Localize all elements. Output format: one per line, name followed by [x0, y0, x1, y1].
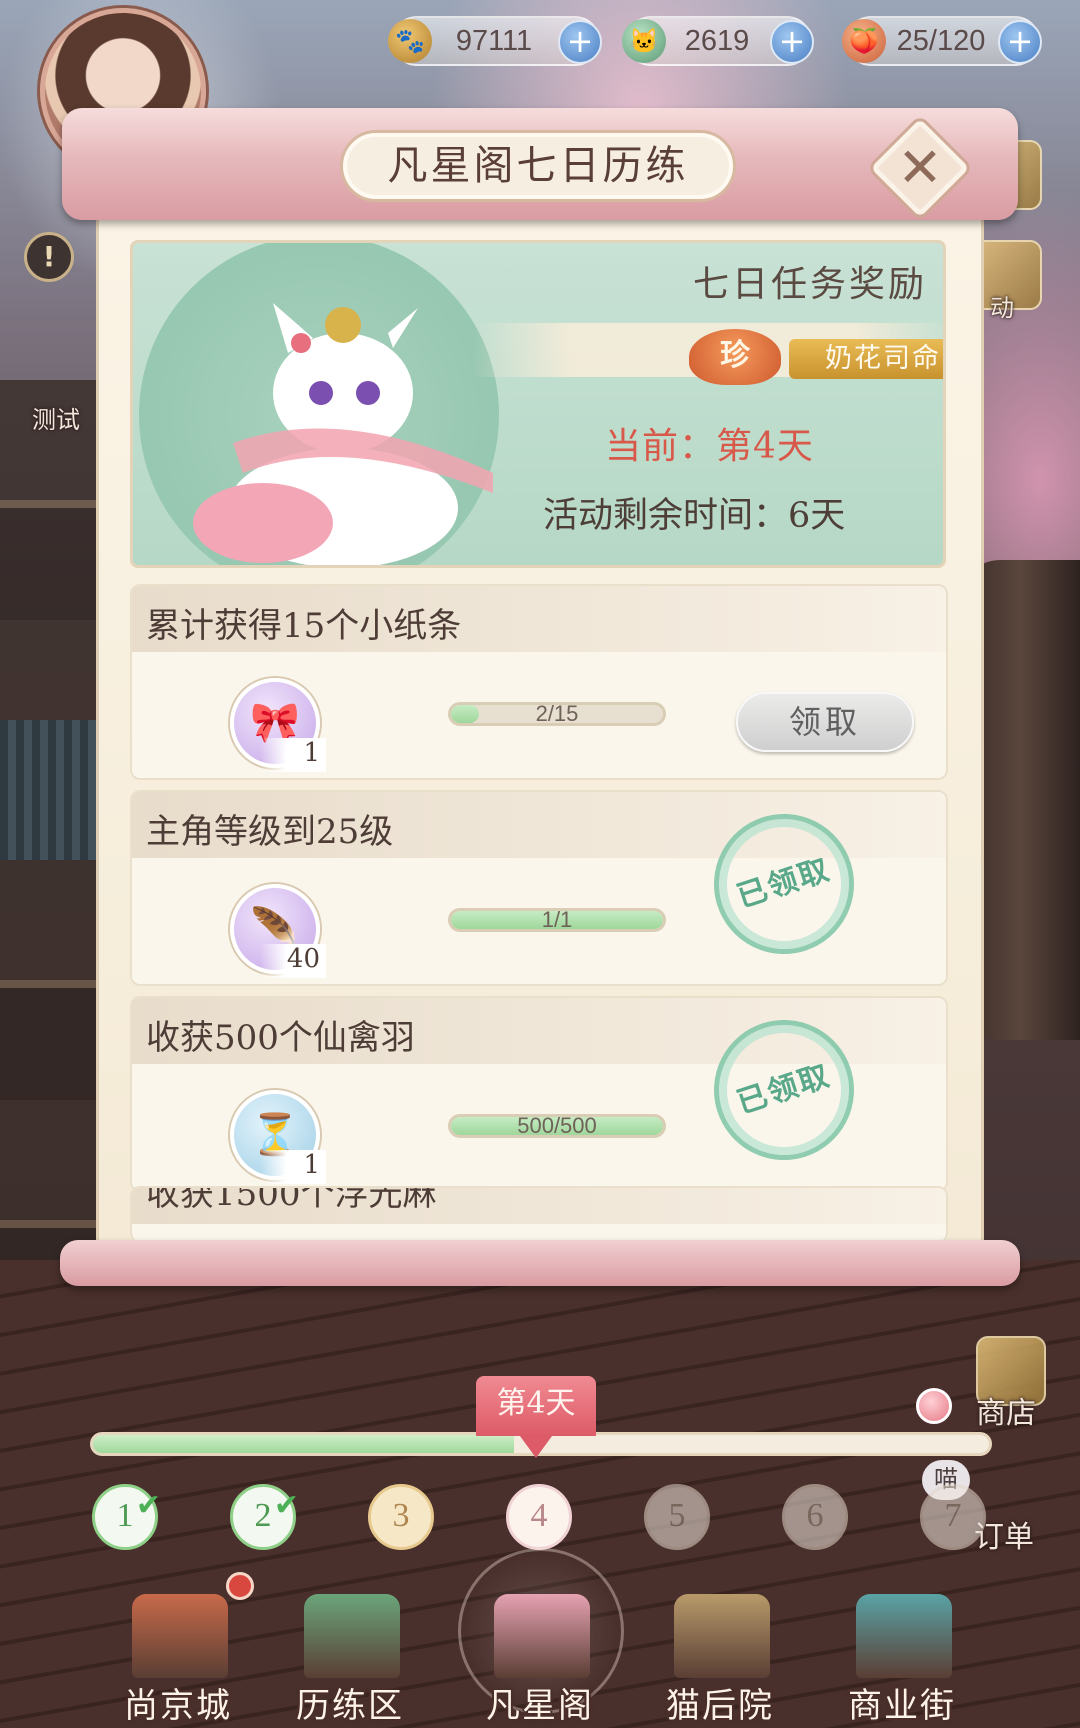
current-day-value: 第4天 [716, 426, 814, 467]
mountain-icon [304, 1594, 400, 1678]
currency-value: 25/120 [896, 25, 986, 57]
city-gate-icon [132, 1594, 228, 1678]
add-paw-coins-button[interactable]: + [558, 20, 602, 64]
task-header: 收获1500个浮光麻 [132, 1186, 946, 1224]
day-number: 6 [806, 1497, 824, 1534]
add-jade-button[interactable]: + [770, 20, 814, 64]
current-day-label: 当前： [605, 426, 717, 467]
task-progress-text: 500/500 [517, 1114, 597, 1138]
nav-label: 猫后院 [666, 1686, 774, 1726]
nav-cat-backyard[interactable]: 猫后院 [640, 1594, 800, 1728]
day-node-2[interactable]: 2 ✔ [230, 1484, 299, 1550]
reward-count: 1 [260, 1150, 326, 1184]
task-title: 主角等级到25级 [146, 812, 394, 852]
add-stamina-button[interactable]: + [998, 20, 1042, 64]
day-number: 7 [944, 1497, 962, 1534]
day-number: 3 [392, 1497, 410, 1534]
task-progress-bar: 2/15 [448, 702, 666, 726]
check-icon: ✔ [135, 1488, 161, 1523]
shop-pavilion-icon [856, 1594, 952, 1678]
nav-label: 商业街 [848, 1686, 956, 1726]
nav-fanxing-pavilion[interactable]: 凡星阁 [460, 1594, 620, 1728]
task-title: 收获500个仙禽羽 [146, 1018, 415, 1058]
side-label-shop: 商店 [976, 1396, 1036, 1431]
close-icon: ✕ [897, 136, 943, 199]
currency-stamina: 🍑 25/120 + [842, 16, 1042, 66]
day-node-7[interactable]: 7 [920, 1484, 986, 1550]
day-number: 4 [530, 1497, 548, 1534]
stamina-bun-icon: 🍑 [842, 19, 886, 63]
currency-value: 2619 [684, 25, 750, 57]
task-card-4: 收获1500个浮光麻 [130, 1186, 948, 1242]
check-icon: ✔ [273, 1488, 299, 1523]
nav-label: 尚京城 [124, 1686, 232, 1726]
day-node-3[interactable]: 3 [368, 1484, 434, 1550]
reward-count: 40 [260, 944, 326, 978]
nav-label: 凡星阁 [486, 1686, 594, 1726]
nav-label: 历练区 [296, 1686, 404, 1726]
currency-paw-coins: 🐾 97111 + [388, 16, 602, 66]
alert-icon[interactable]: ! [24, 232, 74, 282]
reward-title: 七日任务奖励 [693, 264, 928, 305]
day-number: 1 [116, 1497, 134, 1534]
jade-cat-icon: 🐱 [622, 19, 666, 63]
track-knob [916, 1388, 952, 1424]
task-progress-text: 1/1 [541, 908, 573, 932]
paw-coin-icon: 🐾 [388, 19, 432, 63]
nav-business-street[interactable]: 商业街 [822, 1594, 982, 1728]
task-card: 累计获得15个小纸条 🎀 1 2/15 领取 [130, 584, 948, 780]
reward-banner: 七日任务奖励 珍 奶花司命 当前：第4天 活动剩余时间：6天 [130, 240, 946, 568]
day-node-5[interactable]: 5 [644, 1484, 710, 1550]
currency-value: 97111 [455, 25, 533, 57]
task-title: 累计获得15个小纸条 [146, 606, 462, 646]
remaining-time: 活动剩余时间：6天 [543, 496, 846, 536]
day-number: 2 [254, 1497, 272, 1534]
task-title: 收获1500个浮光麻 [146, 1186, 437, 1214]
task-card: 主角等级到25级 🪶 40 1/1 已领取 [130, 790, 948, 986]
current-day-line: 当前：第4天 [133, 417, 943, 469]
day-number: 5 [668, 1497, 686, 1534]
task-progress-bar: 500/500 [448, 1114, 666, 1138]
day-node-6[interactable]: 6 [782, 1484, 848, 1550]
nav-shangjing-city[interactable]: 尚京城 [98, 1594, 258, 1728]
task-card: 收获500个仙禽羽 ⏳ 1 500/500 已领取 [130, 996, 948, 1192]
task-progress-text: 2/15 [535, 702, 579, 726]
side-label-event: 动 [990, 294, 1014, 322]
task-header: 累计获得15个小纸条 [132, 586, 946, 652]
claim-button[interactable]: 领取 [736, 692, 914, 752]
background-roof [0, 720, 110, 860]
day-progress-fill [93, 1435, 515, 1453]
reward-count: 1 [260, 738, 326, 772]
rarity-badge: 珍 [689, 329, 781, 385]
scroll-bottom-rod [60, 1240, 1020, 1286]
blossom-tree-icon [494, 1594, 590, 1678]
day-node-4[interactable]: 4 [506, 1484, 572, 1550]
cat-basket-icon [674, 1594, 770, 1678]
currency-jade: 🐱 2619 + [622, 16, 814, 66]
day-node-1[interactable]: 1 ✔ [92, 1484, 161, 1550]
side-label-test: 测试 [32, 406, 80, 434]
character-name: 奶花司命 [789, 339, 943, 379]
task-progress-bar: 1/1 [448, 908, 666, 932]
nav-training-area[interactable]: 历练区 [270, 1594, 430, 1728]
current-day-tag: 第4天 [476, 1376, 596, 1458]
panel-title: 凡星阁七日历练 [340, 130, 736, 202]
